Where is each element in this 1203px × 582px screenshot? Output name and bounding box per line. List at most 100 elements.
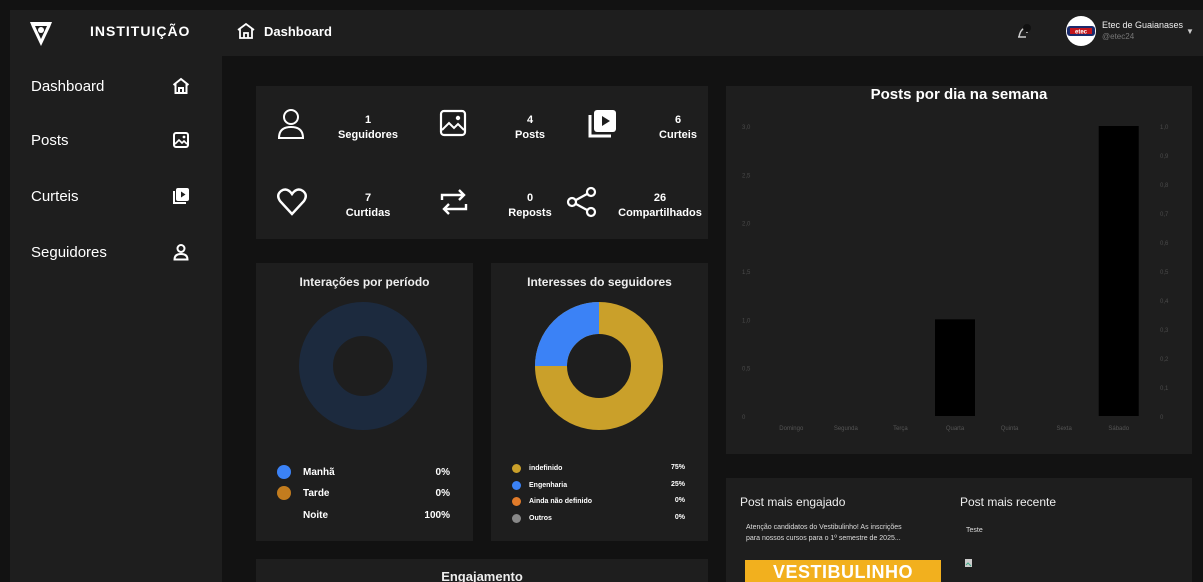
sidebar-item-label: Posts: [31, 131, 69, 149]
interacoes-card: Interações por período Manhã 0% Tarde 0%…: [256, 263, 473, 541]
legend-item-indefinido: indefinido: [512, 464, 562, 473]
legend-dot: [277, 486, 291, 500]
legend-label: Tarde: [303, 487, 330, 499]
x-tick: Quarta: [946, 426, 965, 432]
top-bar: INSTITUIÇÃO Dashboard etec Etec de Guaia…: [10, 10, 1203, 56]
user-icon: [173, 244, 189, 261]
post-mais-recente-title: Post mais recente: [960, 495, 1057, 509]
bar-quarta[interactable]: [935, 319, 975, 416]
sidebar-item-posts[interactable]: Posts: [10, 120, 222, 160]
stat-curteis[interactable]: 6 Curteis: [586, 108, 736, 158]
stat-label: Reposts: [508, 207, 552, 219]
bar-sábado[interactable]: [1098, 126, 1139, 416]
legend-item-engenharia: Engenharia: [512, 481, 567, 490]
y-tick-left: 0: [742, 415, 746, 421]
heart-icon: [277, 188, 307, 216]
posts-por-dia-chart: 3,0 2,5 2,0 1,5 1,0 0,5 0 1,0 0,9 0,8 0,7 0,6 0,5 0,4…: [742, 125, 1169, 432]
sidebar-item-seguidores[interactable]: Seguidores: [10, 232, 222, 272]
stat-value: 1: [364, 114, 372, 126]
y-tick-right: 1,0: [1160, 125, 1169, 131]
user-icon: [277, 109, 305, 139]
y-tick-right: 0,3: [1160, 328, 1169, 334]
y-tick-right: 0,5: [1160, 270, 1169, 276]
interesses-donut: [535, 302, 663, 430]
image-icon: [173, 132, 189, 148]
legend-value: 0%: [674, 497, 685, 504]
avatar: etec: [1066, 16, 1096, 46]
etec-logo-icon: etec: [1067, 26, 1095, 36]
stat-curtidas[interactable]: 7 Curtidas: [276, 186, 426, 236]
stat-value: 6: [674, 114, 682, 126]
y-tick-left: 3,0: [742, 125, 751, 131]
y-tick-right: 0,1: [1160, 386, 1169, 392]
user-menu[interactable]: etec Etec de Guaianases @etec24: [1066, 16, 1183, 46]
repost-icon: [440, 189, 468, 215]
stat-value: 7: [364, 192, 372, 204]
y-tick-right: 0: [1160, 415, 1164, 421]
stats-card: 1 Seguidores 4 Posts 6 Curteis 7 Curtida…: [256, 86, 708, 239]
legend-item-noite: Noite: [277, 508, 328, 522]
y-tick-right: 0,4: [1160, 299, 1169, 305]
post-mais-engajado-title: Post mais engajado: [740, 495, 846, 509]
legend-item-tarde: Tarde: [277, 486, 330, 500]
sidebar-item-dashboard[interactable]: Dashboard: [10, 66, 222, 106]
legend-value: 100%: [424, 510, 450, 521]
legend-dot: [512, 514, 521, 523]
card-title: Interações por período: [299, 275, 430, 289]
stat-label: Curteis: [659, 129, 697, 141]
stat-value: 0: [526, 192, 534, 204]
notification-bell-icon[interactable]: [1014, 23, 1034, 43]
legend-label: Engenharia: [529, 482, 568, 489]
legend-label: Outros: [529, 515, 552, 522]
breadcrumb-label: Dashboard: [264, 23, 332, 39]
post-banner-image[interactable]: VESTIBULINHO: [745, 560, 941, 582]
image-icon: [439, 109, 467, 137]
x-tick: Terça: [893, 426, 908, 432]
sidebar-item-label: Curteis: [31, 187, 79, 205]
y-tick-right: 0,8: [1160, 183, 1169, 189]
brand-logo-icon: [30, 22, 52, 46]
stat-value: 4: [526, 114, 534, 126]
legend-value: 75%: [670, 464, 685, 471]
stat-posts[interactable]: 4 Posts: [438, 108, 588, 158]
legend-value: 0%: [674, 514, 685, 521]
sidebar-item-label: Seguidores: [31, 243, 107, 261]
y-tick-left: 2,0: [742, 222, 751, 228]
stat-value: 26: [653, 192, 667, 204]
svg-text:etec: etec: [1075, 30, 1088, 36]
y-tick-left: 0,5: [742, 367, 751, 373]
legend-dot: [277, 465, 291, 479]
legend-item-manha: Manhã: [277, 465, 335, 479]
stat-compartilhados[interactable]: 26 Compartilhados: [566, 186, 716, 236]
home-icon: [237, 22, 255, 39]
y-tick-right: 0,6: [1160, 241, 1169, 247]
stat-label: Seguidores: [338, 129, 398, 141]
user-handle: @etec24: [1102, 32, 1135, 41]
x-tick: Sexta: [1056, 426, 1072, 432]
interesses-card: Interesses do seguidores indefinido 75% …: [491, 263, 708, 541]
sidebar: Dashboard Posts Curteis Seguidores: [10, 56, 222, 582]
legend-dot: [512, 497, 521, 506]
chevron-down-icon[interactable]: ▼: [1186, 27, 1194, 36]
legend-dot: [512, 481, 521, 490]
video-icon: [588, 110, 616, 138]
brand-name: INSTITUIÇÃO: [90, 23, 191, 39]
brand[interactable]: INSTITUIÇÃO: [10, 10, 222, 56]
post-mais-engajado-text[interactable]: Atenção candidatos do Vestibulinho! As i…: [746, 522, 956, 544]
legend-label: Ainda não definido: [529, 498, 592, 505]
y-tick-right: 0,2: [1160, 357, 1169, 363]
broken-image-icon: [965, 559, 972, 567]
stat-label: Compartilhados: [618, 207, 702, 219]
legend-dot: [277, 508, 291, 522]
stat-seguidores[interactable]: 1 Seguidores: [276, 108, 426, 158]
y-tick-left: 1,5: [742, 270, 751, 276]
post-mais-recente-text[interactable]: Teste: [966, 525, 983, 536]
x-tick: Segunda: [834, 426, 859, 432]
engajamento-card: Engajamento: [256, 559, 708, 582]
post-text-line: para nossos cursos para o 1º semestre de…: [746, 535, 901, 542]
legend-label: indefinido: [529, 465, 563, 472]
y-tick-right: 0,7: [1160, 212, 1169, 218]
legend-label: Manhã: [303, 466, 335, 478]
sidebar-item-curteis[interactable]: Curteis: [10, 176, 222, 216]
y-tick-right: 0,9: [1160, 154, 1169, 160]
